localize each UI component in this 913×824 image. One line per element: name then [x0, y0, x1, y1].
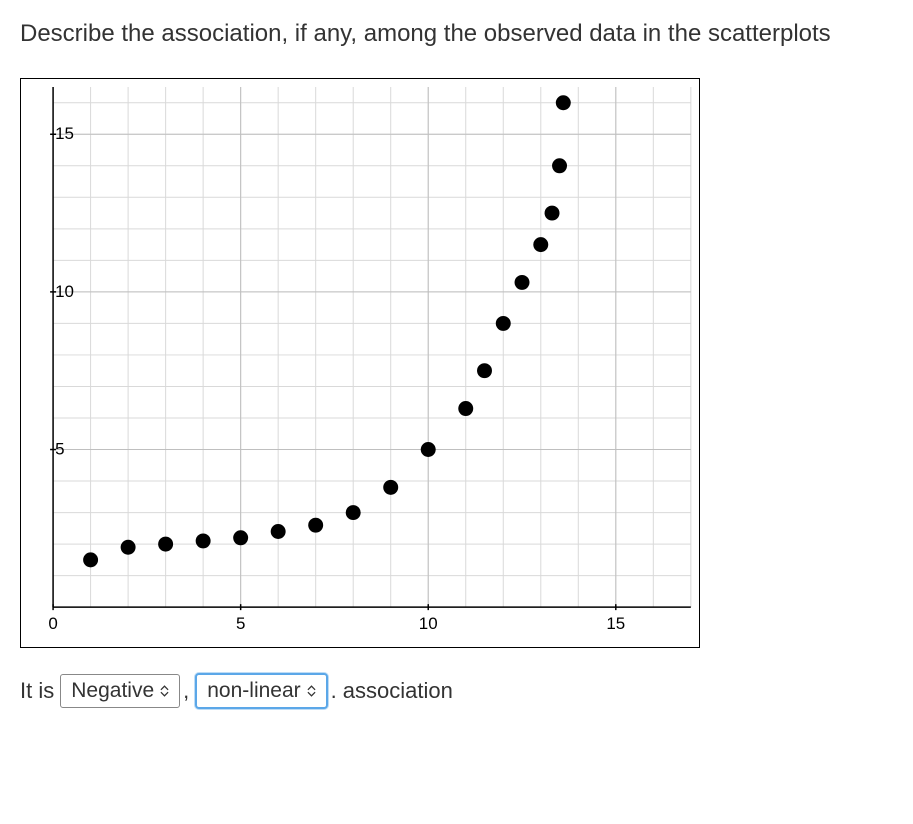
answer-suffix: association — [343, 678, 453, 704]
answer-prefix: It is — [20, 678, 54, 704]
answer-comma: , — [183, 678, 189, 704]
answer-period: . — [331, 678, 337, 704]
chevron-updown-icon — [307, 685, 316, 697]
scatterplot-svg: 5 10 15 0 5 10 15 — [21, 79, 699, 647]
scatterplot-chart: 5 10 15 0 5 10 15 — [20, 78, 700, 648]
svg-text:0: 0 — [48, 614, 57, 633]
answer-row: It is Negative , non-linear . associatio… — [20, 673, 893, 709]
direction-select-value: Negative — [71, 679, 154, 703]
svg-text:10: 10 — [55, 282, 74, 301]
svg-text:15: 15 — [55, 124, 74, 143]
svg-text:5: 5 — [236, 614, 245, 633]
linearity-select[interactable]: non-linear — [195, 673, 327, 709]
question-text: Describe the association, if any, among … — [20, 20, 893, 48]
svg-text:15: 15 — [606, 614, 625, 633]
svg-text:10: 10 — [419, 614, 438, 633]
linearity-select-value: non-linear — [207, 679, 300, 703]
svg-text:5: 5 — [55, 439, 64, 458]
direction-select[interactable]: Negative — [60, 674, 180, 708]
chevron-updown-icon — [160, 685, 169, 697]
